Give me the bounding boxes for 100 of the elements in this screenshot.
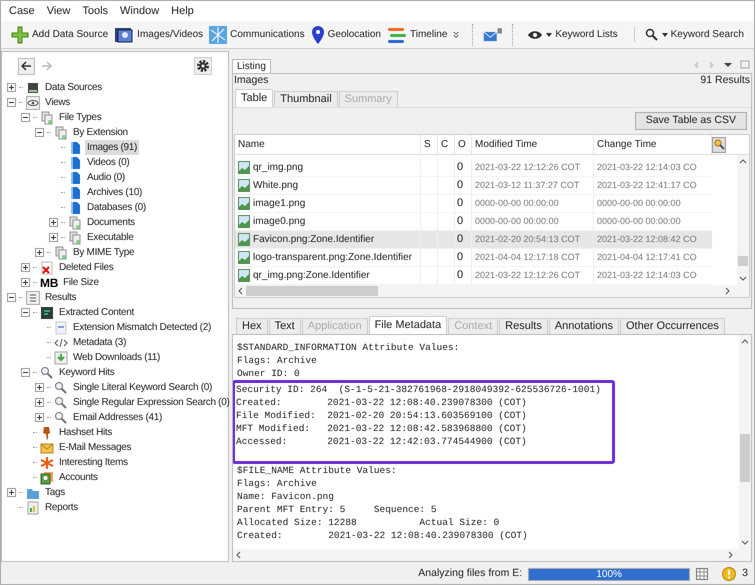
table-row[interactable]: qr_img.png 0 2021-03-22 12:12:26 COT 2021-03-22 12:14:03 CO xyxy=(235,159,712,177)
save-csv-button[interactable]: Save Table as CSV xyxy=(634,112,747,130)
menu-item[interactable]: Case xyxy=(9,2,35,20)
column-header[interactable]: C xyxy=(438,135,455,154)
menu-item[interactable]: Window xyxy=(120,2,160,20)
table-row[interactable]: Favicon.png:Zone.Identifier 0 2021-02-20 20:54:13 COT 2021-03-22 12:08:42 CO xyxy=(235,231,712,249)
tab[interactable]: Other Occurrences xyxy=(620,318,725,334)
expand-toggle[interactable] xyxy=(49,218,58,227)
tree-item[interactable]: Results xyxy=(43,290,78,305)
chevron-down-icon[interactable] xyxy=(741,540,749,545)
vertical-scrollbar[interactable] xyxy=(739,335,751,549)
tree-item[interactable]: File Types xyxy=(57,110,104,125)
tree-item[interactable]: Executable xyxy=(85,230,136,245)
tree-item[interactable]: Audio (0) xyxy=(85,170,127,185)
toolbar-button[interactable]: Keyword Lists xyxy=(527,27,618,42)
tree-item[interactable]: Keyword Hits xyxy=(57,365,116,380)
expand-toggle[interactable] xyxy=(35,413,44,422)
tree-item[interactable]: Archives (10) xyxy=(85,185,144,200)
menu-item[interactable]: Help xyxy=(171,2,194,20)
toolbar-button[interactable]: Communications xyxy=(209,26,305,44)
tab[interactable]: Table xyxy=(235,89,274,107)
tree-item[interactable]: Videos (0) xyxy=(85,155,132,170)
tree-item[interactable]: Data Sources xyxy=(43,80,104,95)
tab[interactable]: Thumbnail xyxy=(274,91,338,107)
chevron-left-icon[interactable] xyxy=(238,287,243,295)
toolbar-button[interactable]: Timeline xyxy=(387,26,448,44)
chevron-up-icon[interactable] xyxy=(741,339,749,344)
menu-item[interactable]: Tools xyxy=(82,2,108,20)
table-row[interactable]: White.png 0 2021-03-12 11:37:27 COT 2021-03-22 12:41:17 CO xyxy=(235,177,712,195)
tree-item[interactable]: E-Mail Messages xyxy=(57,440,134,455)
expand-toggle[interactable] xyxy=(21,263,30,272)
tree-item[interactable]: Web Downloads (11) xyxy=(71,350,162,365)
warning-icon[interactable] xyxy=(722,567,736,581)
grid-icon[interactable] xyxy=(696,568,708,580)
chevron-down-icon[interactable] xyxy=(453,30,460,40)
menu-item[interactable]: View xyxy=(46,2,70,20)
collapse-toggle[interactable] xyxy=(35,128,44,137)
tree-item[interactable]: File Size xyxy=(61,275,101,290)
collapse-toggle[interactable] xyxy=(21,368,30,377)
column-header[interactable]: O xyxy=(455,135,472,154)
tree-item[interactable]: Images (91) xyxy=(85,140,140,155)
table-row[interactable]: image1.png 0 0000-00-00 00:00:00 0000-00-00 00:00:00 xyxy=(235,195,712,213)
tree-item[interactable]: Databases (0) xyxy=(85,200,148,215)
tab[interactable]: File Metadata xyxy=(368,316,448,334)
toolbar-button[interactable]: Images/Videos xyxy=(114,26,204,44)
tree-item[interactable]: By MIME Type xyxy=(71,245,136,260)
collapse-toggle[interactable] xyxy=(21,308,30,317)
collapse-toggle[interactable] xyxy=(21,113,30,122)
tree-item[interactable]: Documents xyxy=(85,215,137,230)
expand-toggle[interactable] xyxy=(49,233,58,242)
column-header[interactable]: Modified Time xyxy=(472,135,594,154)
tree-item[interactable]: Single Literal Keyword Search (0) xyxy=(71,380,214,395)
tree-item[interactable]: Extracted Content xyxy=(57,305,136,320)
expand-toggle[interactable] xyxy=(35,248,44,257)
settings-button[interactable] xyxy=(194,57,212,75)
table-row[interactable]: logo-transparent.png:Zone.Identifier 0 2021-04-04 12:17:18 COT 2021-04-04 12:17:41 CO xyxy=(235,249,712,267)
toolbar-button[interactable]: Geolocation xyxy=(310,24,381,44)
column-header[interactable]: Name xyxy=(235,135,421,154)
chevron-right-icon[interactable] xyxy=(728,551,733,559)
chevron-up-icon[interactable] xyxy=(739,159,747,164)
tree-item[interactable]: Interesting Items xyxy=(57,455,130,470)
expand-toggle[interactable] xyxy=(35,398,44,407)
column-picker-icon[interactable] xyxy=(712,137,726,153)
tab[interactable]: Results xyxy=(499,318,548,334)
expand-toggle[interactable] xyxy=(7,488,16,497)
tree-item[interactable]: Hashset Hits xyxy=(57,425,114,440)
tree-item[interactable]: Reports xyxy=(43,500,80,515)
chevron-left-icon[interactable] xyxy=(236,551,241,559)
tree-item[interactable]: Email Addresses (41) xyxy=(71,410,164,425)
chevron-right-icon[interactable] xyxy=(725,287,730,295)
expand-toggle[interactable] xyxy=(35,383,44,392)
horizontal-scrollbar[interactable] xyxy=(233,549,751,561)
tab[interactable]: Listing xyxy=(232,59,271,73)
tab[interactable]: Annotations xyxy=(548,318,619,334)
back-button[interactable] xyxy=(18,58,35,74)
tab[interactable]: Hex xyxy=(236,318,268,334)
tree-item[interactable]: Single Regular Expression Search (0) xyxy=(71,395,232,410)
tree-item[interactable]: By Extension xyxy=(71,125,130,140)
vertical-scrollbar[interactable] xyxy=(737,155,749,285)
column-header[interactable]: S xyxy=(421,135,438,154)
panel-controls-icon[interactable] xyxy=(692,60,752,70)
expand-toggle[interactable] xyxy=(7,83,16,92)
expand-toggle[interactable] xyxy=(21,278,30,287)
tree-item[interactable]: Deleted Files xyxy=(57,260,116,275)
tree-item[interactable]: Tags xyxy=(43,485,67,500)
toolbar-button[interactable]: Add Data Source xyxy=(11,26,108,44)
tab[interactable]: Text xyxy=(268,318,301,334)
scrollbar-thumb[interactable] xyxy=(740,434,750,482)
tree-item[interactable]: Extension Mismatch Detected (2) xyxy=(71,320,213,335)
tree-item[interactable]: Accounts xyxy=(57,470,100,485)
chevron-down-icon[interactable] xyxy=(739,276,747,281)
scrollbar-thumb[interactable] xyxy=(246,286,378,296)
tree-item[interactable]: Metadata (3) xyxy=(71,335,128,350)
collapse-toggle[interactable] xyxy=(7,293,16,302)
toolbar-button[interactable]: Keyword Search xyxy=(634,27,744,42)
tree-item[interactable]: Views xyxy=(43,95,72,110)
horizontal-scrollbar[interactable] xyxy=(235,285,749,297)
collapse-toggle[interactable] xyxy=(7,98,16,107)
scrollbar-thumb[interactable] xyxy=(738,256,748,266)
list-icon xyxy=(26,290,40,304)
